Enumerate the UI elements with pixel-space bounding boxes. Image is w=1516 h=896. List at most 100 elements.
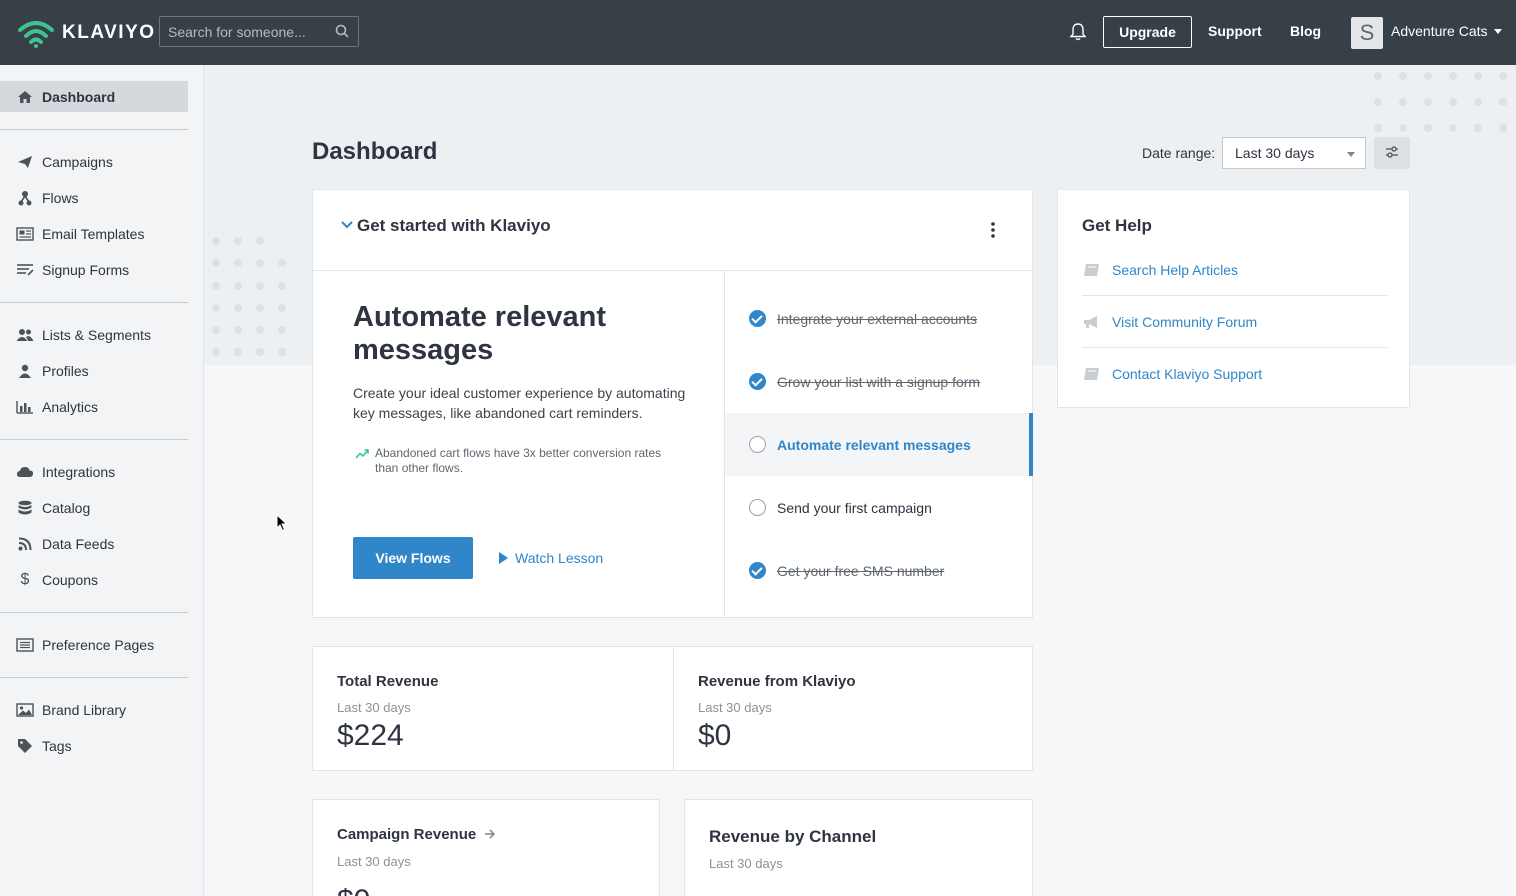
step-item-sms-number[interactable]: Get your free SMS number [725,539,1033,602]
image-icon [16,702,34,718]
get-started-card: Get started with Klaviyo Automate releva… [312,189,1033,618]
campaign-revenue-period: Last 30 days [337,854,411,869]
klaviyo-wifi-icon [18,21,54,48]
play-icon[interactable] [499,552,508,564]
decorative-dots [1374,72,1507,132]
search-box [159,16,359,47]
total-revenue-value: $224 [337,719,404,752]
book-icon [1084,263,1099,276]
sidebar-item-brand-library[interactable]: Brand Library [0,694,188,725]
sidebar-item-lists-segments[interactable]: Lists & Segments [0,319,188,350]
chevron-down-icon[interactable] [1494,29,1502,34]
visit-community-forum-link[interactable]: Visit Community Forum [1112,314,1257,330]
sidebar-item-label: Flows [42,189,79,206]
brand-name: KLAVIYO [62,22,156,43]
filter-settings-button[interactable] [1374,137,1410,169]
users-icon [16,327,34,343]
support-link[interactable]: Support [1208,23,1262,39]
step-item-grow-list[interactable]: Grow your list with a signup form [725,350,1033,413]
tag-icon [16,738,34,754]
search-icon[interactable] [335,24,349,38]
contact-support-link[interactable]: Contact Klaviyo Support [1112,366,1262,382]
user-icon [16,363,34,379]
sidebar-item-data-feeds[interactable]: Data Feeds [0,528,188,559]
dollar-icon: $ [20,570,30,588]
sidebar-item-label: Coupons [42,571,99,588]
sidebar-item-label: Dashboard [42,88,116,105]
newspaper-icon [16,226,34,242]
more-options-icon[interactable] [985,220,1001,240]
blog-link[interactable]: Blog [1290,23,1321,39]
date-range-label: Date range: [1142,145,1216,161]
sidebar-item-dashboard[interactable]: Dashboard [0,81,188,112]
sidebar-item-email-templates[interactable]: Email Templates [0,218,188,249]
revenue-card: Total Revenue Last 30 days $224 Revenue … [312,646,1033,771]
check-circle-icon [749,562,766,579]
decorative-dots [212,237,286,356]
step-label: Get your free SMS number [777,562,945,579]
step-item-automate[interactable]: Automate relevant messages [725,413,1033,476]
sidebar-item-label: Analytics [42,398,99,415]
trending-up-icon [355,449,369,459]
bell-icon[interactable] [1068,22,1088,42]
avatar[interactable]: S [1351,17,1383,49]
sidebar-item-label: Lists & Segments [42,326,151,343]
campaign-revenue-title[interactable]: Campaign Revenue [337,826,496,843]
chevron-down-icon[interactable] [340,220,354,230]
search-input[interactable] [160,17,328,46]
step-item-first-campaign[interactable]: Send your first campaign [725,476,1033,539]
sidebar-divider [0,612,188,613]
sidebar-item-label: Preference Pages [42,636,155,653]
sidebar-item-tags[interactable]: Tags [0,730,188,761]
watch-lesson-link[interactable]: Watch Lesson [515,550,603,566]
sidebar-item-signup-forms[interactable]: Signup Forms [0,254,188,285]
sidebar-item-label: Campaigns [42,153,113,170]
empty-circle-icon [749,436,766,453]
sidebar-item-profiles[interactable]: Profiles [0,355,188,386]
upgrade-button[interactable]: Upgrade [1103,16,1192,48]
sidebar-item-preference-pages[interactable]: Preference Pages [0,629,188,660]
step-tip: Abandoned cart flows have 3x better conv… [375,446,662,475]
get-started-header[interactable]: Get started with Klaviyo [313,190,1032,271]
empty-circle-icon [749,499,766,516]
date-range-select[interactable]: Last 30 days [1222,137,1366,169]
check-circle-icon [749,310,766,327]
sidebar-item-label: Catalog [42,499,91,516]
sidebar-item-catalog[interactable]: Catalog [0,492,188,523]
klaviyo-revenue-value: $0 [698,719,732,752]
klaviyo-revenue-period: Last 30 days [698,700,772,715]
revenue-by-channel-card: Revenue by Channel Last 30 days [684,799,1033,896]
check-circle-icon [749,373,766,390]
step-label: Integrate your external accounts [777,310,978,327]
book-icon [1084,368,1099,380]
account-name[interactable]: Adventure Cats [1391,23,1488,39]
sidebar-item-flows[interactable]: Flows [0,182,188,213]
help-row[interactable]: Visit Community Forum [1082,296,1387,348]
sidebar-item-label: Brand Library [42,701,127,718]
total-revenue-title: Total Revenue [337,673,439,690]
sidebar-item-label: Signup Forms [42,261,130,278]
page-title: Dashboard [312,138,438,165]
search-help-articles-link[interactable]: Search Help Articles [1112,262,1238,278]
revenue-by-channel-period: Last 30 days [709,856,783,871]
klaviyo-revenue-panel: Revenue from Klaviyo Last 30 days $0 [673,647,1033,770]
sidebar-item-label: Profiles [42,362,89,379]
sidebar-item-analytics[interactable]: Analytics [0,391,188,422]
rss-icon [16,536,34,552]
sidebar-item-coupons[interactable]: $ Coupons [0,564,188,595]
step-label: Send your first campaign [777,499,932,516]
sidebar-item-campaigns[interactable]: Campaigns [0,146,188,177]
get-help-card: Get Help Search Help Articles Visit Comm… [1057,189,1410,408]
klaviyo-logo[interactable]: KLAVIYO [16,18,156,48]
sidebar-divider [0,439,188,440]
help-row[interactable]: Search Help Articles [1082,244,1387,296]
campaign-revenue-card[interactable]: Campaign Revenue Last 30 days $0 [312,799,660,896]
view-flows-button[interactable]: View Flows [353,537,473,579]
get-help-title: Get Help [1082,216,1152,235]
get-started-steps: Integrate your external accounts Grow yo… [724,271,1033,618]
sidebar-item-integrations[interactable]: Integrations [0,456,188,487]
step-item-integrate[interactable]: Integrate your external accounts [725,287,1033,350]
campaign-revenue-title-text: Campaign Revenue [337,826,477,843]
help-row[interactable]: Contact Klaviyo Support [1082,348,1387,400]
get-started-title: Get started with Klaviyo [357,216,551,235]
